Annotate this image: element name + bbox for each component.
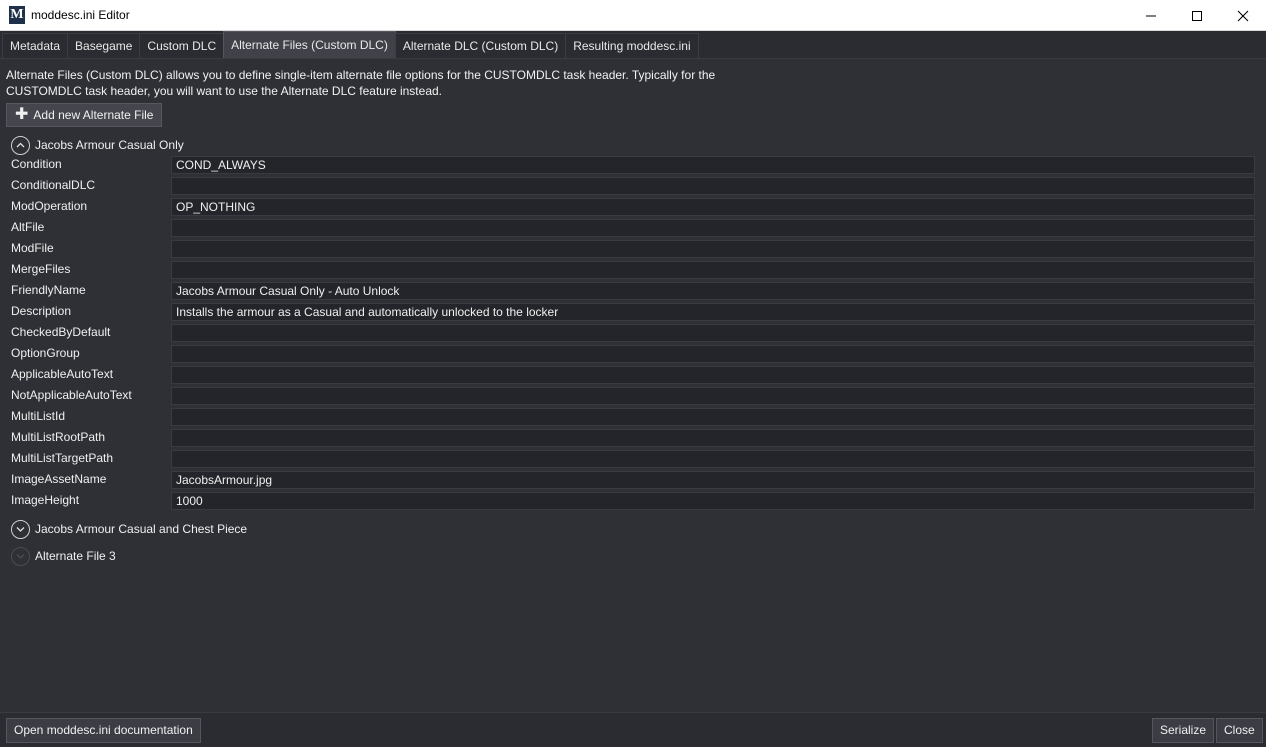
multi-list-root-path-field[interactable]: [171, 429, 1255, 447]
title-bar: M moddesc.ini Editor: [0, 0, 1266, 31]
expander-title: Jacobs Armour Casual and Chest Piece: [35, 522, 248, 536]
expander-toggle[interactable]: [11, 519, 30, 539]
image-height-field[interactable]: 1000: [171, 492, 1255, 510]
add-button-label: Add new Alternate File: [33, 108, 154, 122]
not-applicable-auto-text-field[interactable]: [171, 387, 1255, 405]
description-text: Alternate Files (Custom DLC) allows you …: [6, 68, 716, 98]
app-icon: M: [9, 6, 25, 24]
tab-basegame[interactable]: Basegame: [67, 33, 141, 58]
close-button[interactable]: Close: [1216, 718, 1263, 743]
tab-resulting-moddesc[interactable]: Resulting moddesc.ini: [565, 33, 699, 58]
tab-content: Alternate Files (Custom DLC) allows you …: [0, 59, 1266, 712]
field-label: MultiListRootPath: [11, 430, 106, 444]
multi-list-id-field[interactable]: [171, 408, 1255, 426]
option-group-field[interactable]: [171, 345, 1255, 363]
field-label: ModOperation: [11, 199, 88, 213]
alternate-file-fields: Condition COND_ALWAYS ConditionalDLC ModO…: [0, 155, 1266, 512]
field-row: MultiListTargetPath: [0, 449, 1266, 470]
field-label: ModFile: [11, 241, 54, 255]
field-row: MultiListRootPath: [0, 428, 1266, 449]
field-row: ApplicableAutoText: [0, 365, 1266, 386]
field-label: MultiListTargetPath: [11, 451, 114, 465]
open-documentation-button[interactable]: Open moddesc.ini documentation: [6, 718, 201, 743]
field-row: NotApplicableAutoText: [0, 386, 1266, 407]
expander-toggle[interactable]: [11, 135, 30, 155]
field-label: OptionGroup: [11, 346, 80, 360]
field-row: OptionGroup: [0, 344, 1266, 365]
mod-operation-field[interactable]: OP_NOTHING: [171, 198, 1255, 216]
maximize-button[interactable]: [1174, 0, 1220, 31]
field-label: NotApplicableAutoText: [11, 388, 132, 402]
field-label: Description: [11, 304, 72, 318]
window-title: moddesc.ini Editor: [31, 8, 130, 22]
field-row: CheckedByDefault: [0, 323, 1266, 344]
field-row: AltFile: [0, 218, 1266, 239]
expander-alternate-file-2[interactable]: Jacobs Armour Casual and Chest Piece: [11, 519, 247, 539]
chevron-down-icon: [16, 527, 25, 532]
field-row: MergeFiles: [0, 260, 1266, 281]
field-label: FriendlyName: [11, 283, 86, 297]
field-row: Condition COND_ALWAYS: [0, 155, 1266, 176]
merge-files-field[interactable]: [171, 261, 1255, 279]
expander-toggle[interactable]: [11, 546, 30, 566]
expander-title: Alternate File 3: [35, 549, 116, 563]
tab-metadata[interactable]: Metadata: [2, 33, 69, 58]
expander-alternate-file-1[interactable]: Jacobs Armour Casual Only: [11, 135, 184, 155]
chevron-up-icon: [16, 142, 25, 148]
add-alternate-file-button[interactable]: ✚ Add new Alternate File: [6, 103, 163, 127]
field-label: ConditionalDLC: [11, 178, 96, 192]
field-row: ModOperation OP_NOTHING: [0, 197, 1266, 218]
minimize-button[interactable]: [1128, 0, 1174, 31]
mod-file-field[interactable]: [171, 240, 1255, 258]
checked-by-default-field[interactable]: [171, 324, 1255, 342]
field-row: MultiListId: [0, 407, 1266, 428]
tab-alternate-dlc[interactable]: Alternate DLC (Custom DLC): [394, 33, 567, 58]
chevron-down-icon: [16, 554, 25, 559]
image-asset-name-field[interactable]: JacobsArmour.jpg: [171, 471, 1255, 489]
field-label: AltFile: [11, 220, 45, 234]
tab-bar: Metadata Basegame Custom DLC Alternate F…: [0, 31, 1266, 59]
bottom-bar: Open moddesc.ini documentation Serialize…: [0, 712, 1266, 747]
plus-icon: ✚: [15, 106, 29, 123]
window-controls: [1128, 0, 1266, 31]
close-icon: [1237, 10, 1249, 21]
expander-title: Jacobs Armour Casual Only: [35, 138, 184, 152]
description-field[interactable]: Installs the armour as a Casual and auto…: [171, 303, 1255, 321]
minimize-icon: [1146, 15, 1156, 16]
serialize-button[interactable]: Serialize: [1152, 718, 1215, 743]
field-label: MergeFiles: [11, 262, 71, 276]
tab-alternate-files[interactable]: Alternate Files (Custom DLC): [223, 31, 396, 58]
conditional-dlc-field[interactable]: [171, 177, 1255, 195]
multi-list-target-path-field[interactable]: [171, 450, 1255, 468]
friendly-name-field[interactable]: Jacobs Armour Casual Only - Auto Unlock: [171, 282, 1255, 300]
field-label: MultiListId: [11, 409, 66, 423]
field-row: Description Installs the armour as a Casu…: [0, 302, 1266, 323]
field-label: CheckedByDefault: [11, 325, 111, 339]
tab-custom-dlc[interactable]: Custom DLC: [139, 33, 225, 58]
field-row: FriendlyName Jacobs Armour Casual Only - …: [0, 281, 1266, 302]
field-label: ImageAssetName: [11, 472, 107, 486]
maximize-icon: [1192, 10, 1202, 21]
expander-alternate-file-3[interactable]: Alternate File 3: [11, 546, 116, 566]
field-row: ImageHeight 1000: [0, 491, 1266, 512]
condition-field[interactable]: COND_ALWAYS: [171, 156, 1255, 174]
applicable-auto-text-field[interactable]: [171, 366, 1255, 384]
field-row: ConditionalDLC: [0, 176, 1266, 197]
alt-file-field[interactable]: [171, 219, 1255, 237]
field-row: ModFile: [0, 239, 1266, 260]
close-window-button[interactable]: [1220, 0, 1266, 31]
field-row: ImageAssetName JacobsArmour.jpg: [0, 470, 1266, 491]
field-label: Condition: [11, 157, 62, 171]
field-label: ImageHeight: [11, 493, 80, 507]
field-label: ApplicableAutoText: [11, 367, 114, 381]
